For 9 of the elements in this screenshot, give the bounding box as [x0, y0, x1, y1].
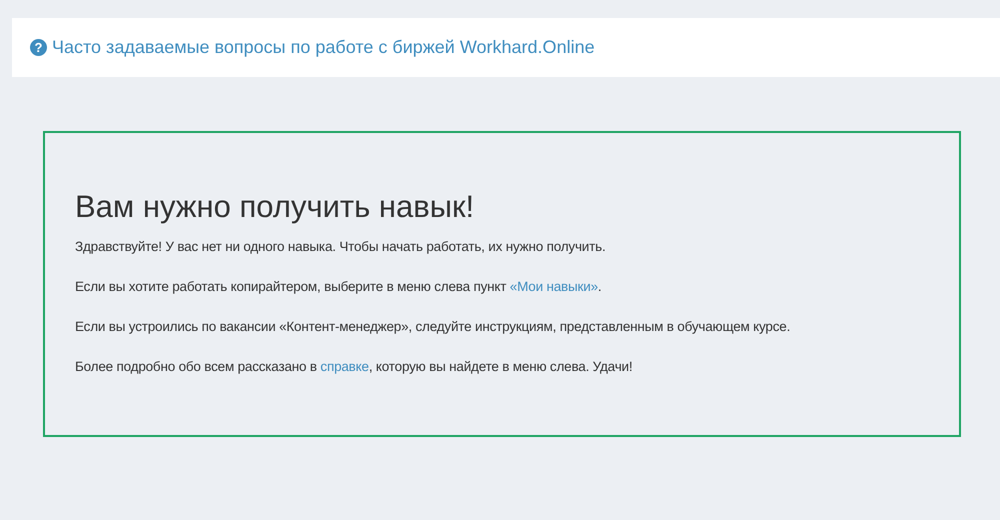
link[interactable]: справке: [320, 359, 369, 374]
help-icon: ?: [30, 39, 47, 56]
notice-paragraph: Более подробно обо всем рассказано в справке, которую вы найдете в меню слева. Удачи!: [75, 359, 634, 374]
notice-title: Вам нужно получить навык!: [75, 189, 476, 225]
notice-paragraph: Здравствуйте! У вас нет ни одного навыка. Чтобы начать работать, их нужно получить.: [75, 239, 607, 254]
faq-link[interactable]: ? Часто задаваемые вопросы по работе с биржей Workhard.Online: [30, 37, 595, 58]
link[interactable]: «Мои навыки»: [510, 279, 598, 294]
notice-paragraph: Если вы хотите работать копирайтером, выберите в меню слева пункт «Мои навыки».: [75, 279, 602, 294]
notice-paragraph: Если вы устроились по вакансии «Контент-менеджер», следуйте инструкциям, представленным в обучающем курсе.: [75, 319, 792, 334]
